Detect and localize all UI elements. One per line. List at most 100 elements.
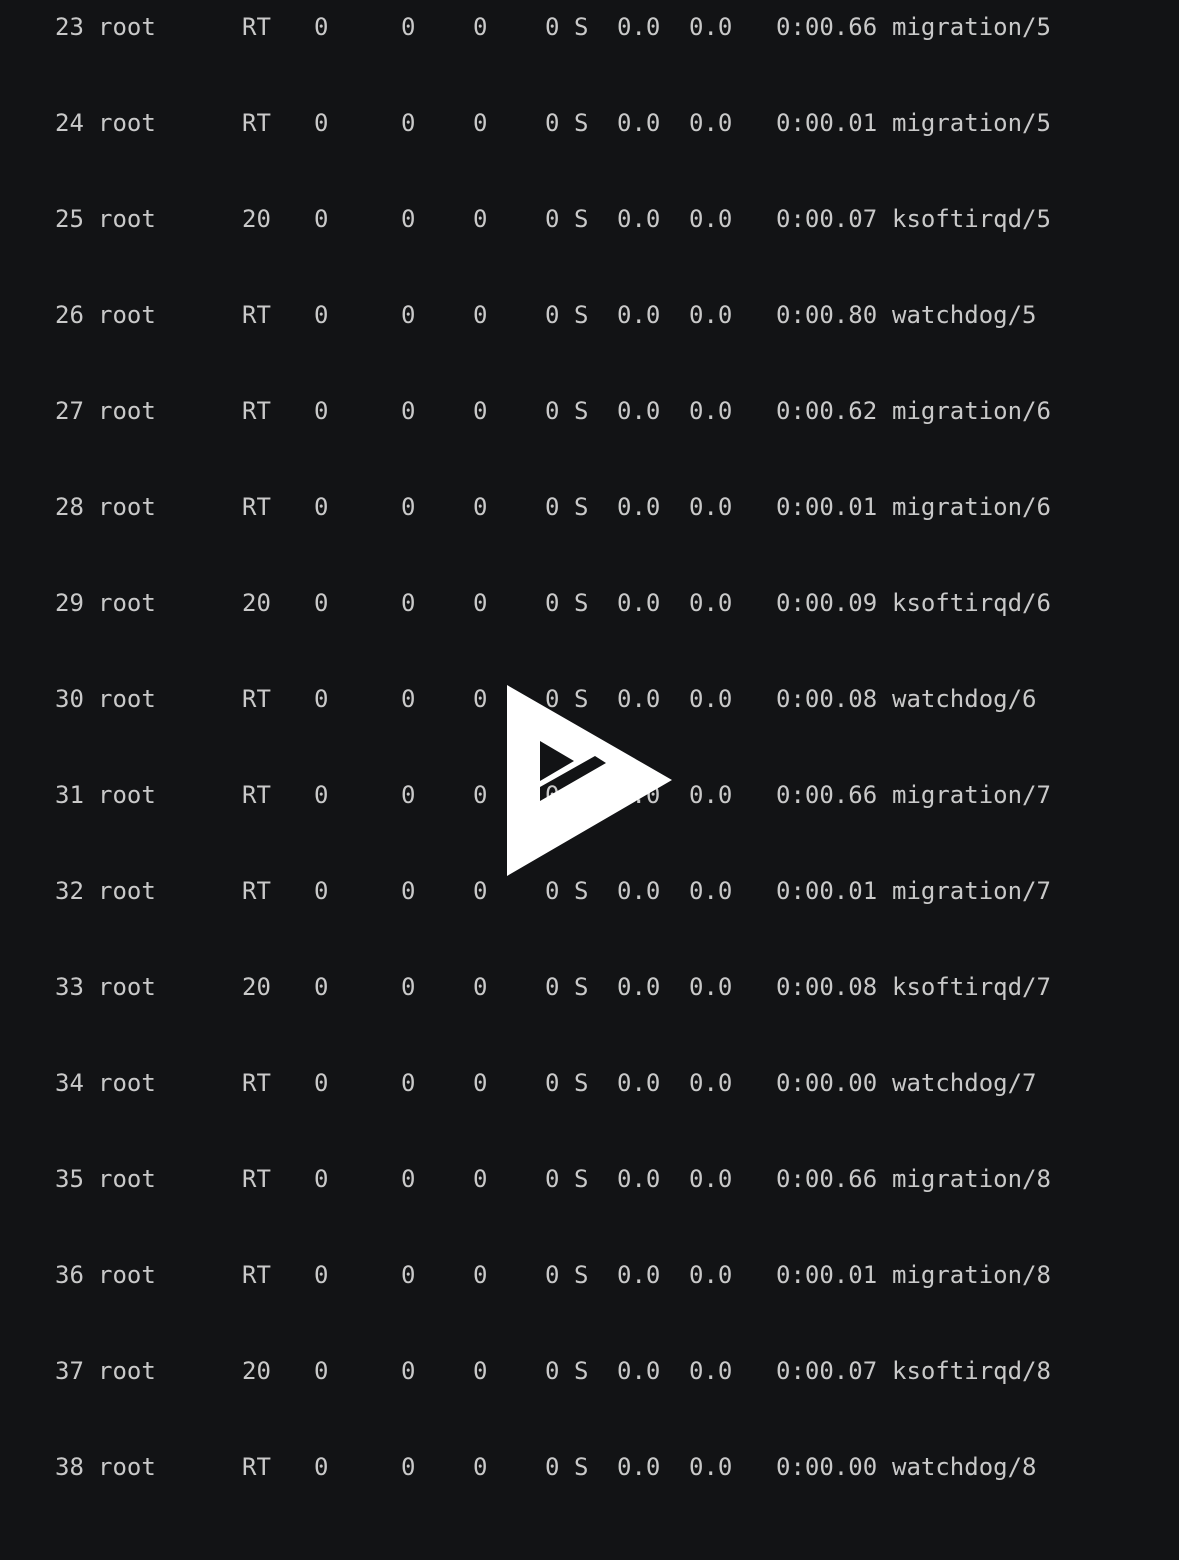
command-cell: watchdog/5	[892, 301, 1037, 329]
state-cell: S	[574, 493, 589, 521]
command-cell: migration/7	[892, 877, 1051, 905]
res-cell: 0	[473, 1357, 488, 1385]
cpu-cell: 0.0	[617, 205, 661, 233]
mem-cell: 0.0	[689, 877, 733, 905]
command-cell: migration/6	[892, 493, 1051, 521]
process-row: 32 root RT 0 0 0 0 S 0.0 0.0 0:00.01 migration/7	[0, 876, 1179, 906]
shr-cell: 0	[545, 1165, 560, 1193]
cpu-cell: 0.0	[617, 1069, 661, 1097]
time-cell: 0:00.01	[776, 1261, 878, 1289]
res-cell: 0	[473, 1069, 488, 1097]
pid-cell: 27	[55, 397, 84, 425]
mem-cell: 0.0	[689, 13, 733, 41]
command-cell: watchdog/8	[892, 1453, 1037, 1481]
virt-cell: 0	[401, 781, 416, 809]
time-cell: 0:00.80	[776, 301, 878, 329]
command-cell: ksoftirqd/6	[892, 589, 1051, 617]
process-row: 33 root 20 0 0 0 0 S 0.0 0.0 0:00.08 ksoftirqd/7	[0, 972, 1179, 1002]
cpu-cell: 0.0	[617, 589, 661, 617]
pid-cell: 32	[55, 877, 84, 905]
time-cell: 0:00.66	[776, 781, 878, 809]
state-cell: S	[574, 1453, 589, 1481]
user-cell: root	[98, 1357, 156, 1385]
pid-cell: 31	[55, 781, 84, 809]
pid-cell: 37	[55, 1357, 84, 1385]
res-cell: 0	[473, 205, 488, 233]
process-row: 25 root 20 0 0 0 0 S 0.0 0.0 0:00.07 ksoftirqd/5	[0, 204, 1179, 234]
nice-cell: 0	[314, 1357, 329, 1385]
cpu-cell: 0.0	[617, 493, 661, 521]
cpu-cell: 0.0	[617, 1165, 661, 1193]
res-cell: 0	[473, 1453, 488, 1481]
mem-cell: 0.0	[689, 1069, 733, 1097]
time-cell: 0:00.01	[776, 109, 878, 137]
user-cell: root	[98, 1165, 156, 1193]
pid-cell: 30	[55, 685, 84, 713]
res-cell: 0	[473, 301, 488, 329]
state-cell: S	[574, 973, 589, 1001]
nice-cell: 0	[314, 877, 329, 905]
priority-cell: RT	[242, 877, 271, 905]
res-cell: 0	[473, 397, 488, 425]
state-cell: S	[574, 1357, 589, 1385]
virt-cell: 0	[401, 589, 416, 617]
mem-cell: 0.0	[689, 973, 733, 1001]
pid-cell: 26	[55, 301, 84, 329]
state-cell: S	[574, 1261, 589, 1289]
shr-cell: 0	[545, 589, 560, 617]
user-cell: root	[98, 301, 156, 329]
cpu-cell: 0.0	[617, 1453, 661, 1481]
nice-cell: 0	[314, 493, 329, 521]
shr-cell: 0	[545, 13, 560, 41]
priority-cell: 20	[242, 1357, 271, 1385]
command-cell: ksoftirqd/8	[892, 1357, 1051, 1385]
command-cell: watchdog/6	[892, 685, 1037, 713]
res-cell: 0	[473, 1261, 488, 1289]
process-row: 27 root RT 0 0 0 0 S 0.0 0.0 0:00.62 migration/6	[0, 396, 1179, 426]
time-cell: 0:00.62	[776, 397, 878, 425]
virt-cell: 0	[401, 1165, 416, 1193]
res-cell: 0	[473, 685, 488, 713]
process-row: 26 root RT 0 0 0 0 S 0.0 0.0 0:00.80 watchdog/5	[0, 300, 1179, 330]
shr-cell: 0	[545, 1357, 560, 1385]
mem-cell: 0.0	[689, 685, 733, 713]
command-cell: ksoftirqd/5	[892, 205, 1051, 233]
mem-cell: 0.0	[689, 109, 733, 137]
shr-cell: 0	[545, 1069, 560, 1097]
mem-cell: 0.0	[689, 1357, 733, 1385]
cpu-cell: 0.0	[617, 877, 661, 905]
res-cell: 0	[473, 589, 488, 617]
play-button[interactable]	[505, 683, 675, 878]
user-cell: root	[98, 205, 156, 233]
priority-cell: RT	[242, 1069, 271, 1097]
process-row: 34 root RT 0 0 0 0 S 0.0 0.0 0:00.00 watchdog/7	[0, 1068, 1179, 1098]
nice-cell: 0	[314, 109, 329, 137]
shr-cell: 0	[545, 109, 560, 137]
mem-cell: 0.0	[689, 1453, 733, 1481]
nice-cell: 0	[314, 1165, 329, 1193]
mem-cell: 0.0	[689, 589, 733, 617]
mem-cell: 0.0	[689, 301, 733, 329]
shr-cell: 0	[545, 205, 560, 233]
priority-cell: RT	[242, 493, 271, 521]
priority-cell: 20	[242, 973, 271, 1001]
pid-cell: 29	[55, 589, 84, 617]
nice-cell: 0	[314, 781, 329, 809]
virt-cell: 0	[401, 1069, 416, 1097]
shr-cell: 0	[545, 973, 560, 1001]
virt-cell: 0	[401, 493, 416, 521]
cpu-cell: 0.0	[617, 973, 661, 1001]
priority-cell: 20	[242, 589, 271, 617]
res-cell: 0	[473, 109, 488, 137]
state-cell: S	[574, 301, 589, 329]
pid-cell: 36	[55, 1261, 84, 1289]
command-cell: migration/6	[892, 397, 1051, 425]
mem-cell: 0.0	[689, 1165, 733, 1193]
user-cell: root	[98, 493, 156, 521]
time-cell: 0:00.66	[776, 1165, 878, 1193]
virt-cell: 0	[401, 877, 416, 905]
process-row: 38 root RT 0 0 0 0 S 0.0 0.0 0:00.00 watchdog/8	[0, 1452, 1179, 1482]
shr-cell: 0	[545, 493, 560, 521]
mem-cell: 0.0	[689, 397, 733, 425]
res-cell: 0	[473, 1165, 488, 1193]
